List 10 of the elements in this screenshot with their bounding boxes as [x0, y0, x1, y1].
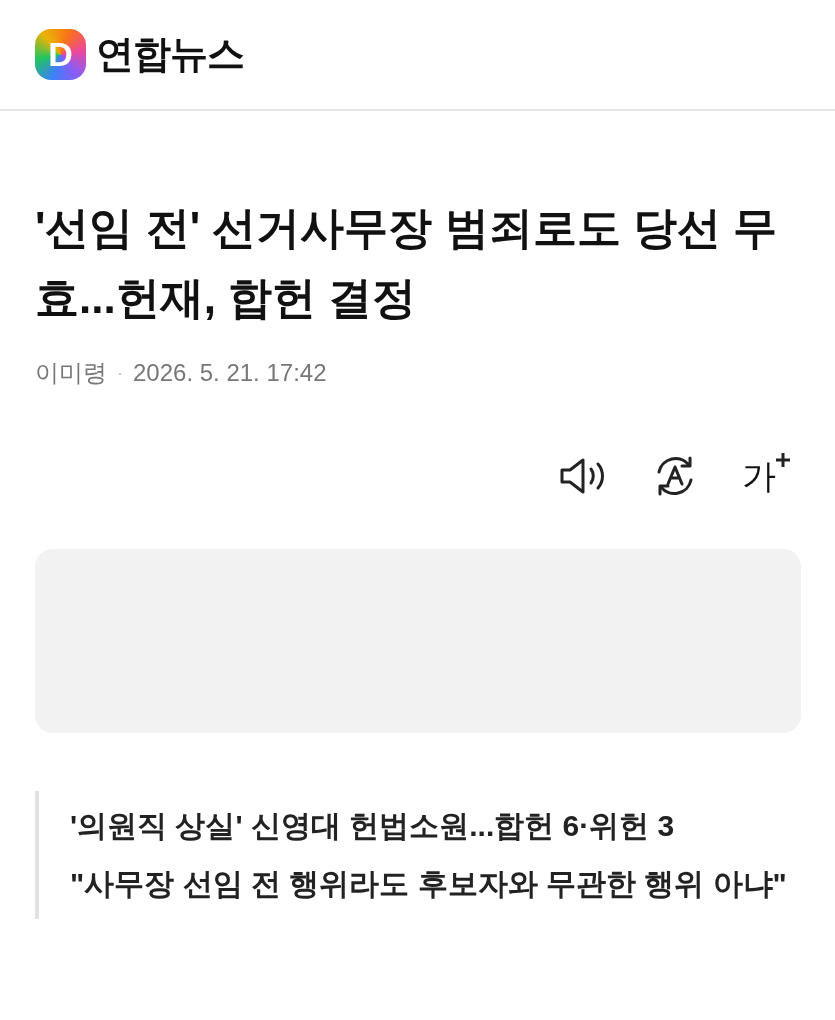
- separator-dot: ·: [117, 361, 123, 385]
- author-name: 이미령: [35, 358, 107, 388]
- plus-icon: [776, 453, 790, 467]
- publish-date: 2026. 5. 21. 17:42: [133, 358, 327, 388]
- article-title: '선임 전' 선거사무장 범죄로도 당선 무효...헌재, 합헌 결정: [35, 202, 779, 324]
- font-size-button[interactable]: 가: [742, 451, 790, 501]
- logo-icon: D: [35, 29, 86, 80]
- related-headline[interactable]: "사무장 선임 전 행위라도 후보자와 무관한 행위 아냐": [70, 855, 801, 913]
- related-headline[interactable]: '의원직 상실' 신영대 헌법소원...합헌 6·위헌 3: [70, 797, 801, 855]
- brand-name: 연합뉴스: [96, 32, 245, 77]
